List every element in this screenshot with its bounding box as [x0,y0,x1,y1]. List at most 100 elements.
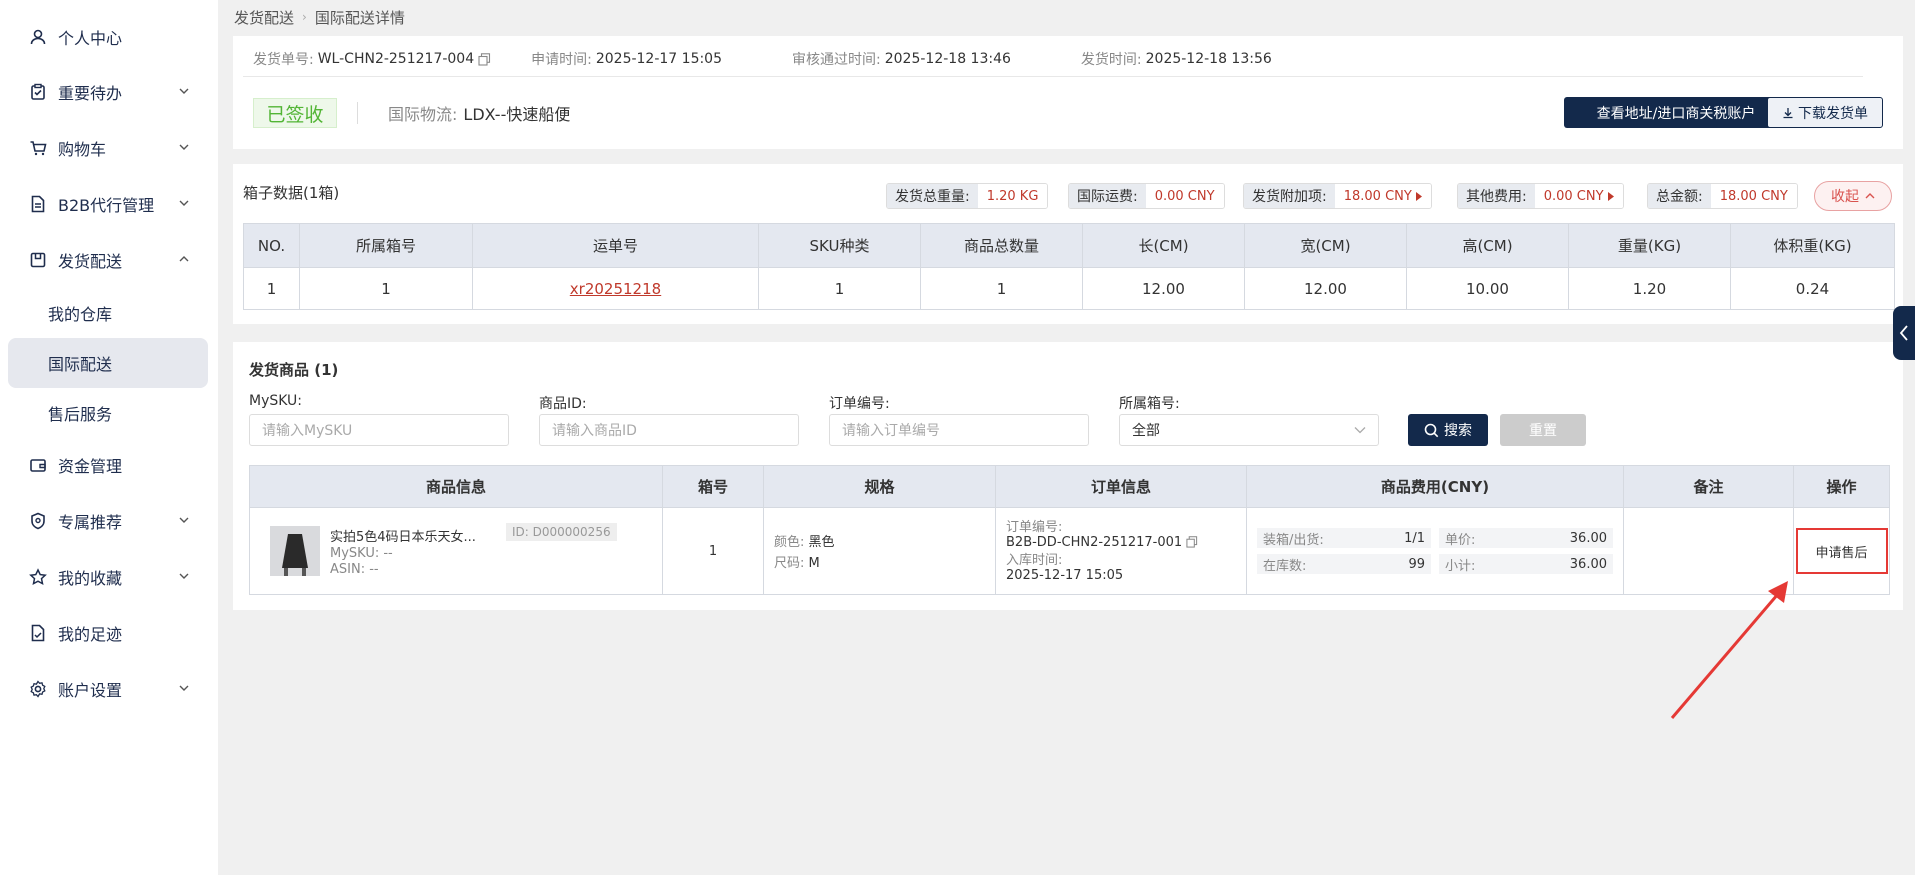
sidebar-item-label: 账户设置 [58,681,123,700]
fee-unit-price-label: 单价: [1445,532,1476,548]
shipment-meta: 发货单号: WL-CHN2-251217-004 申请时间: 2025-12-1… [253,48,1312,70]
fee-packing: 装箱/出货: 1/1 [1257,528,1431,548]
column-header: 操作 [1793,465,1890,508]
column-header: 重量(KG) [1568,223,1731,268]
sidebar-item-recommend[interactable]: 专属推荐 [8,496,208,546]
surcharge-pill[interactable]: 发货附加项: 18.00 CNY [1243,183,1432,209]
sidebar-item-label: 资金管理 [58,457,123,476]
sidebar-item-cart[interactable]: 购物车 [8,123,208,173]
product-thumbnail[interactable] [270,526,320,576]
sidebar-item-account-settings[interactable]: 账户设置 [8,664,208,714]
action-cell: 申请售后 [1793,507,1890,595]
search-label: 搜索 [1444,423,1472,439]
other-fee-pill[interactable]: 其他费用: 0.00 CNY [1457,183,1624,209]
spec-size: 尺码: M [774,552,995,571]
total-weight-pill: 发货总重量: 1.20 KG [886,183,1049,209]
total-weight-value: 1.20 KG [977,184,1048,208]
divider [357,102,358,124]
sidebar-item-shipping[interactable]: 发货配送 [8,235,208,285]
intl-freight-pill: 国际运费: 0.00 CNY [1068,183,1225,209]
spec-size-label: 尺码: [774,556,805,571]
fee-unit-price: 单价: 36.00 [1439,528,1613,548]
view-address-button[interactable]: 查看地址/进口商关税账户 [1564,97,1788,128]
chevron-left-icon [1899,325,1908,341]
sidebar-item-favorites[interactable]: 我的收藏 [8,552,208,602]
sidebar-item-personal-center[interactable]: 个人中心 [8,12,208,62]
product-info-cell: 实拍5色4码日本乐天女... MySKU: -- ASIN: -- ID: D0… [249,507,663,595]
table-cell: 1 [299,267,473,310]
search-button[interactable]: 搜索 [1408,414,1488,446]
sidebar-toggle-tab[interactable] [1893,306,1915,360]
cart-icon [28,138,48,158]
sidebar-item-label: 发货配送 [58,252,123,271]
approve-time-label: 审核通过时间: [792,52,881,68]
breadcrumb-parent[interactable]: 发货配送 [234,7,294,28]
sidebar-subitem-international-shipping[interactable]: 国际配送 [8,338,208,388]
table-header-row: NO. 所属箱号 运单号 SKU种类 商品总数量 长(CM) 宽(CM) 高(C… [243,223,1895,268]
column-header: 体积重(KG) [1730,223,1895,268]
apply-after-sales-button[interactable]: 申请售后 [1795,528,1888,574]
column-header: 运单号 [472,223,759,268]
sidebar-item-footprint[interactable]: 我的足迹 [8,608,208,658]
sidebar-item-b2b[interactable]: B2B代行管理 [8,179,208,229]
sidebar-subitem-my-warehouse[interactable]: 我的仓库 [8,288,208,338]
mysku-filter-label: MySKU: [249,393,303,409]
fee-subtotal-value: 36.00 [1569,556,1607,572]
logistics-label: 国际物流: [388,105,458,124]
sidebar-item-label: 个人中心 [58,29,123,48]
fee-packing-label: 装箱/出货: [1263,532,1324,548]
breadcrumb: 发货配送 › 国际配送详情 [234,7,405,27]
sidebar-subitem-after-sales[interactable]: 售后服务 [8,388,208,438]
reset-label: 重置 [1529,423,1557,439]
product-id-tag: ID: D000000256 [506,523,617,541]
column-header: 宽(CM) [1244,223,1407,268]
column-header: 商品总数量 [920,223,1083,268]
sidebar-item-funds[interactable]: 资金管理 [8,440,208,490]
sidebar-item-label: 我的收藏 [58,569,123,588]
annotation-arrow [1670,581,1788,719]
product-id-filter-label: 商品ID: [539,396,587,412]
copy-icon[interactable] [478,52,491,66]
order-info-cell: 订单编号: B2B-DD-CHN2-251217-001 入库时间: 2025-… [995,507,1247,595]
spec-info: 颜色: 黑色 尺码: M [764,531,995,571]
ship-time-label: 发货时间: [1080,52,1142,68]
inbound-time-value: 2025-12-17 15:05 [1006,567,1124,583]
product-id-input[interactable]: 请输入商品ID [539,414,799,446]
product-info: 实拍5色4码日本乐天女... MySKU: -- ASIN: -- ID: D0… [250,508,662,594]
column-header: 备注 [1623,465,1794,508]
collapse-button[interactable]: 收起 [1814,181,1892,211]
column-header: 订单信息 [995,465,1247,508]
download-icon [1783,107,1793,118]
sidebar-subitem-label: 售后服务 [48,405,113,424]
box-no-selected: 全部 [1132,423,1160,439]
sidebar-subitem-label: 国际配送 [48,355,113,374]
reset-button[interactable]: 重置 [1500,414,1586,446]
order-no-filter-label: 订单编号: [829,396,890,412]
inbound-time-label: 入库时间: [1006,552,1063,568]
order-no-input[interactable]: 请输入订单编号 [829,414,1089,446]
table-cell: 1 [243,267,300,310]
tracking-number-link[interactable]: xr20251218 [570,280,661,298]
product-name[interactable]: 实拍5色4码日本乐天女... [330,526,476,545]
box-icon [28,250,48,270]
intl-freight-label: 国际运费: [1069,184,1146,208]
caret-right-icon [1415,191,1422,201]
mysku-input[interactable]: 请输入MySKU [249,414,509,446]
fee-subtotal-label: 小计: [1445,558,1476,574]
approve-time: 审核通过时间: 2025-12-18 13:46 [792,49,1011,69]
copy-icon[interactable] [1186,536,1198,548]
approve-time-value: 2025-12-18 13:46 [884,51,1011,67]
sidebar-subitem-label: 我的仓库 [48,305,113,324]
breadcrumb-current: 国际配送详情 [314,8,405,27]
box-no-select[interactable]: 全部 [1119,414,1379,446]
chevron-down-icon [179,573,189,579]
chevron-down-icon [179,685,189,691]
other-fee-value: 0.00 CNY [1543,188,1604,204]
collapse-label: 收起 [1831,189,1859,205]
apply-time: 申请时间: 2025-12-17 15:05 [531,49,722,69]
sidebar-item-label: 重要待办 [58,84,123,103]
user-icon [28,27,48,47]
download-shipment-button[interactable]: 下载发货单 [1767,97,1883,128]
sidebar-item-todo[interactable]: 重要待办 [8,67,208,117]
divider [243,76,1863,77]
